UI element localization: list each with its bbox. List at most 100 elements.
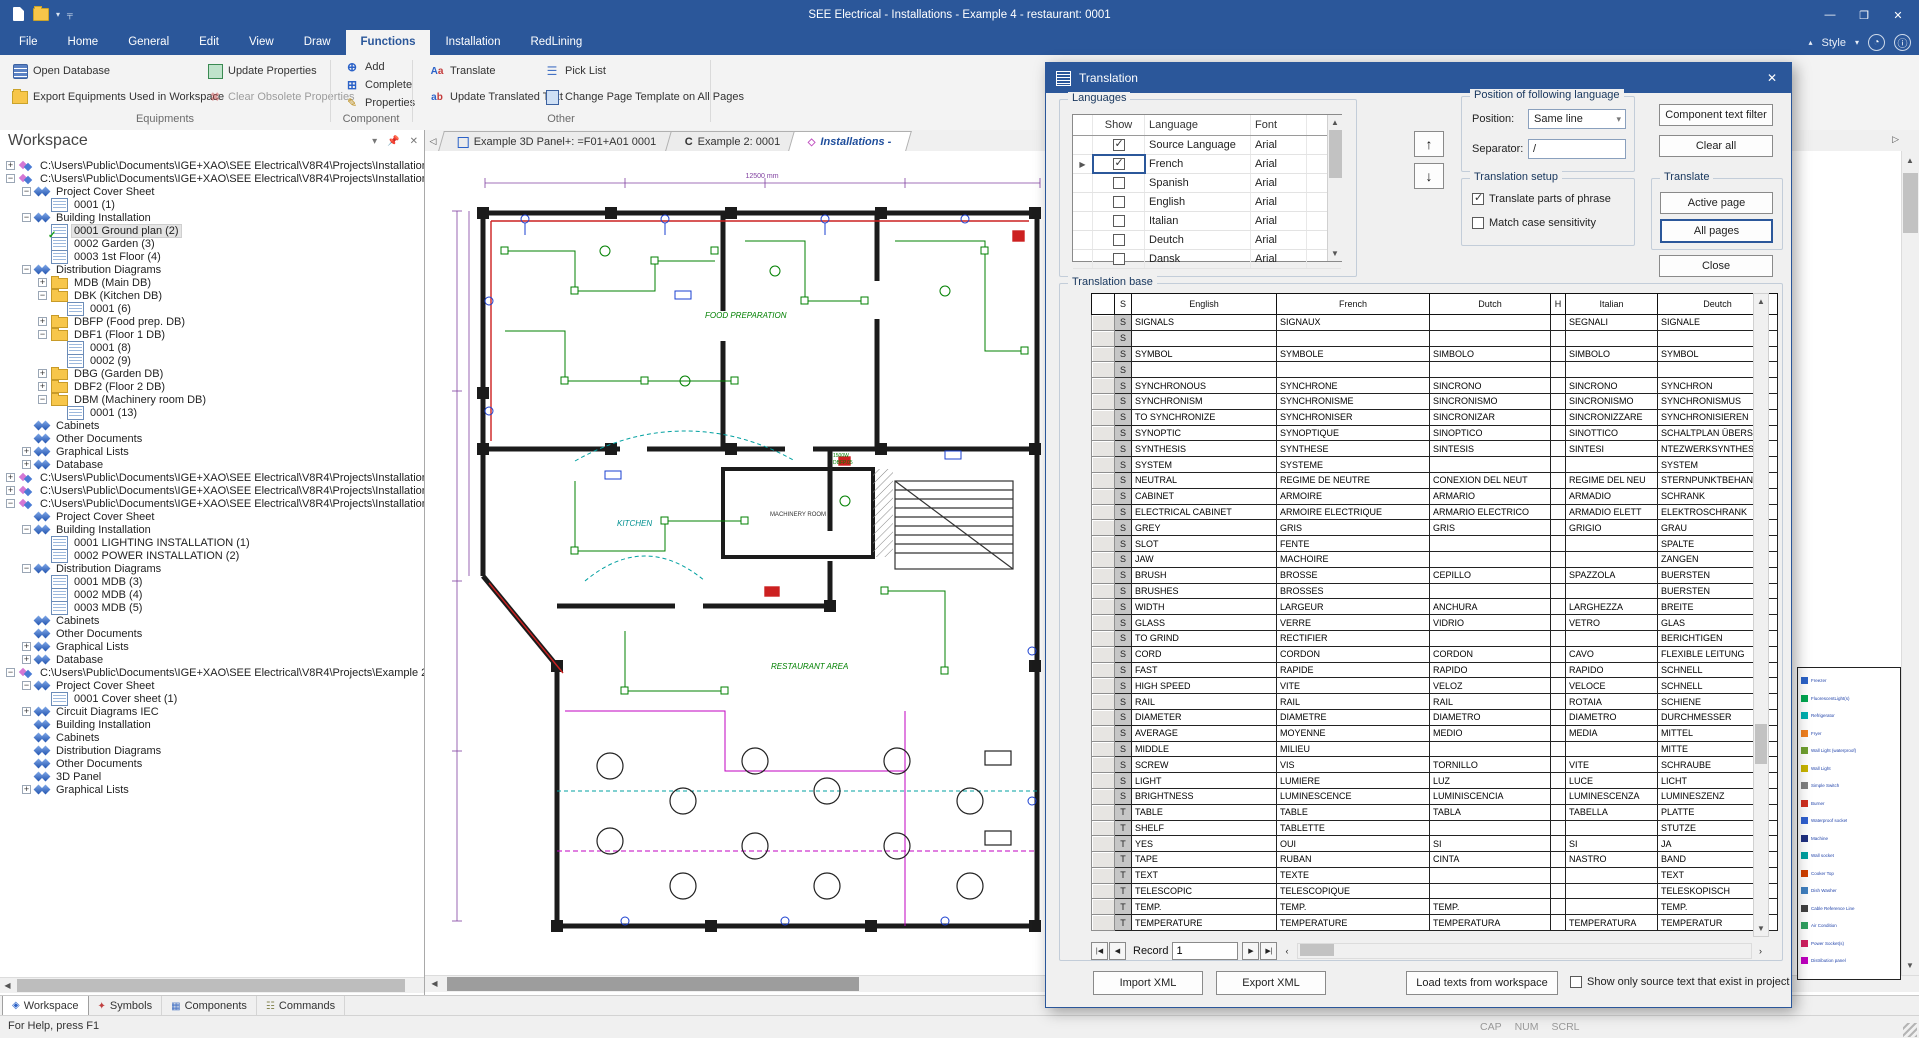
translation-cell[interactable]: ARMOIRE ELECTRIQUE <box>1277 504 1430 520</box>
translation-cell[interactable] <box>1551 362 1566 378</box>
translation-cell[interactable] <box>1430 551 1551 567</box>
translation-row[interactable]: SCABINETARMOIREARMARIOARMADIOSCHRANK <box>1092 488 1778 504</box>
translation-cell[interactable]: SINCRONISMO <box>1430 393 1551 409</box>
translation-cell[interactable] <box>1430 362 1551 378</box>
translation-cell[interactable]: LUZ <box>1430 773 1551 789</box>
tree-expander[interactable]: − <box>22 213 31 222</box>
ribbon-tab-view[interactable]: View <box>234 30 289 55</box>
legend-item[interactable]: Waterproof socket <box>1801 812 1897 830</box>
translation-row[interactable]: SLIGHTLUMIERELUZLUCELICHT <box>1092 773 1778 789</box>
scrollbar-thumb[interactable] <box>1329 130 1342 178</box>
translation-row[interactable]: SSYNCHRONOUSSYNCHRONESINCRONOSINCRONOSYN… <box>1092 378 1778 394</box>
translation-cell[interactable]: VELOZ <box>1430 678 1551 694</box>
tree-item[interactable]: 3D Panel <box>0 770 424 783</box>
translation-cell[interactable] <box>1551 883 1566 899</box>
legend-item[interactable]: Distribution panel <box>1801 952 1897 970</box>
translation-cell[interactable] <box>1551 378 1566 394</box>
tree-item[interactable]: −Building Installation <box>0 211 424 224</box>
first-record-button[interactable]: |◀ <box>1091 942 1108 960</box>
document-tab[interactable]: CExample 2: 0001 <box>665 131 800 151</box>
row-selector[interactable] <box>1073 193 1093 211</box>
translation-cell[interactable]: S <box>1115 425 1132 441</box>
translation-cell[interactable] <box>1430 883 1551 899</box>
translation-cell[interactable]: SYMBOLE <box>1277 346 1430 362</box>
translation-cell[interactable]: GLASS <box>1132 615 1277 631</box>
legend-item[interactable]: Dish Washer <box>1801 882 1897 900</box>
row-selector[interactable] <box>1092 867 1115 883</box>
translation-cell[interactable]: BRIGHTNESS <box>1132 788 1277 804</box>
legend-item[interactable]: Fryer <box>1801 725 1897 743</box>
translation-cell[interactable] <box>1551 504 1566 520</box>
translation-cell[interactable]: RAIL <box>1430 694 1551 710</box>
translation-cell[interactable] <box>1551 694 1566 710</box>
translation-cell[interactable]: SCREW <box>1132 757 1277 773</box>
translation-cell[interactable]: TEXT <box>1132 867 1277 883</box>
row-selector[interactable] <box>1092 346 1115 362</box>
translation-cell[interactable] <box>1551 630 1566 646</box>
translation-cell[interactable] <box>1551 599 1566 615</box>
translation-cell[interactable]: AVERAGE <box>1132 725 1277 741</box>
scroll-up-icon[interactable]: ▲ <box>1328 115 1342 130</box>
ribbon-tab-draw[interactable]: Draw <box>289 30 346 55</box>
all-pages-button[interactable]: All pages <box>1660 219 1773 243</box>
translation-cell[interactable]: TO GRIND <box>1132 630 1277 646</box>
translation-cell[interactable]: S <box>1115 441 1132 457</box>
tree-expander[interactable]: − <box>22 187 31 196</box>
column-header-english[interactable]: English <box>1132 294 1277 315</box>
row-selector[interactable] <box>1092 725 1115 741</box>
translation-row[interactable]: TTABLETABLETABLATABELLAPLATTE <box>1092 804 1778 820</box>
translation-cell[interactable]: SPAZZOLA <box>1566 567 1658 583</box>
translation-cell[interactable]: TABLE <box>1132 804 1277 820</box>
tree-item[interactable]: 0002 MDB (4) <box>0 588 424 601</box>
language-row[interactable]: ▶FrenchArial <box>1073 155 1341 174</box>
translation-cell[interactable]: NEUTRAL <box>1132 472 1277 488</box>
translation-cell[interactable] <box>1551 393 1566 409</box>
close-button[interactable]: ✕ <box>1883 4 1913 26</box>
translation-row[interactable]: TSHELFTABLETTESTUTZE <box>1092 820 1778 836</box>
next-record-button[interactable]: ▶ <box>1242 942 1259 960</box>
checkbox-icon[interactable] <box>1472 193 1484 205</box>
translation-cell[interactable]: TEMPERATURA <box>1430 915 1551 931</box>
tree-item[interactable]: −Building Installation <box>0 523 424 536</box>
translation-cell[interactable]: T <box>1115 852 1132 868</box>
row-selector[interactable] <box>1092 567 1115 583</box>
translation-cell[interactable]: SYMBOL <box>1132 346 1277 362</box>
translation-row[interactable]: STO SYNCHRONIZESYNCHRONISERSINCRONIZARSI… <box>1092 409 1778 425</box>
export-equipments-button[interactable]: Export Equipments Used in Workspace <box>8 87 228 107</box>
language-font-cell[interactable]: Arial <box>1251 231 1307 249</box>
translation-cell[interactable]: SI <box>1430 836 1551 852</box>
tree-expander[interactable]: − <box>6 174 15 183</box>
row-selector[interactable] <box>1092 694 1115 710</box>
tree-item[interactable]: −Distribution Diagrams <box>0 263 424 276</box>
translation-cell[interactable]: DIAMETRO <box>1566 709 1658 725</box>
translation-row[interactable]: SBRUSHBROSSECEPILLOSPAZZOLABUERSTEN <box>1092 567 1778 583</box>
translation-cell[interactable] <box>1551 520 1566 536</box>
pick-list-button[interactable]: ☰ Pick List <box>540 61 610 81</box>
translation-cell[interactable]: SINCRONISMO <box>1566 393 1658 409</box>
tree-expander[interactable]: + <box>22 655 31 664</box>
translation-cell[interactable]: RAIL <box>1277 694 1430 710</box>
translation-cell[interactable] <box>1551 867 1566 883</box>
translation-cell[interactable]: SINOPTICO <box>1430 425 1551 441</box>
translation-cell[interactable]: GRIGIO <box>1566 520 1658 536</box>
minimize-button[interactable]: — <box>1815 4 1845 26</box>
tree-item[interactable]: 0001 LIGHTING INSTALLATION (1) <box>0 536 424 549</box>
panel-menu-icon[interactable]: ▾ <box>372 136 377 147</box>
workspace-horizontal-scrollbar[interactable]: ◀ <box>0 977 424 993</box>
tree-expander[interactable]: + <box>38 382 47 391</box>
translation-cell[interactable]: VETRO <box>1566 615 1658 631</box>
translation-cell[interactable] <box>1551 409 1566 425</box>
change-page-template-button[interactable]: Change Page Template on All Pages <box>540 87 748 107</box>
scroll-down-icon[interactable]: ▼ <box>1328 246 1342 261</box>
translation-row[interactable]: SSYNTHESISSYNTHESESINTESISSINTESINTEZWER… <box>1092 441 1778 457</box>
translation-row[interactable]: SAVERAGEMOYENNEMEDIOMEDIAMITTEL <box>1092 725 1778 741</box>
tree-item[interactable]: 0002 Garden (3) <box>0 237 424 250</box>
tree-item[interactable]: 0001 Cover sheet (1) <box>0 692 424 705</box>
tree-expander[interactable]: − <box>38 395 47 404</box>
help-icon[interactable]: ⓘ <box>1894 34 1911 51</box>
row-selector[interactable] <box>1092 409 1115 425</box>
properties-button[interactable]: ✎ Properties <box>340 93 419 113</box>
translation-cell[interactable]: LUMINESCENCE <box>1277 788 1430 804</box>
show-only-source-checkbox[interactable]: Show only source text that exist in proj… <box>1570 976 1789 988</box>
row-selector[interactable] <box>1092 599 1115 615</box>
